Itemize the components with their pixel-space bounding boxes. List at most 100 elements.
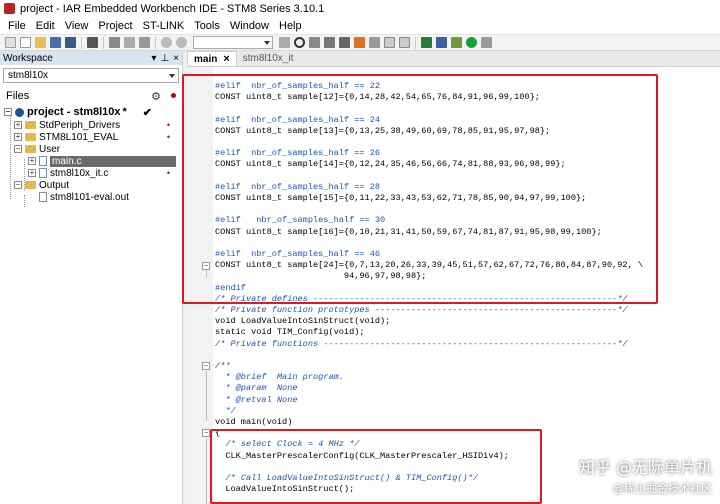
new-file-icon[interactable] xyxy=(5,37,16,48)
menu-tools[interactable]: Tools xyxy=(189,20,225,32)
code-line[interactable]: void main(void) xyxy=(215,417,292,428)
code-line[interactable]: * @param None xyxy=(215,383,297,394)
menu-help[interactable]: Help xyxy=(274,20,307,32)
code-line[interactable]: #elif nbr_of_samples_half == 26 xyxy=(215,148,380,159)
code-line[interactable]: CLK_MasterPrescalerConfig(CLK_MasterPres… xyxy=(215,451,509,462)
code-line[interactable]: #elif nbr_of_samples_half == 22 xyxy=(215,81,380,92)
toolbar-separator xyxy=(155,36,156,49)
menu-edit[interactable]: Edit xyxy=(31,20,60,32)
code-line[interactable]: CONST uint8_t sample[12]={0,14,28,42,54,… xyxy=(215,92,540,103)
make-icon[interactable] xyxy=(399,37,410,48)
code-line[interactable]: #elif nbr_of_samples_half == 24 xyxy=(215,115,380,126)
expand-icon[interactable]: + xyxy=(28,157,36,165)
code-line[interactable]: CONST uint8_t sample[24]={0,7,13,20,26,3… xyxy=(215,260,643,271)
code-line[interactable]: /* Call LoadValueIntoSinStruct() & TIM_C… xyxy=(215,473,478,484)
navigate-forward-icon[interactable] xyxy=(369,37,380,48)
collapse-icon[interactable]: − xyxy=(14,181,22,189)
expand-icon[interactable]: + xyxy=(14,121,22,129)
find-next-icon[interactable] xyxy=(309,37,320,48)
compile-icon[interactable] xyxy=(384,37,395,48)
fold-guide xyxy=(206,438,207,504)
pin-icon[interactable]: ⊥ xyxy=(160,53,169,64)
cut-icon[interactable] xyxy=(109,37,120,48)
build-icon[interactable] xyxy=(421,37,432,48)
code-line[interactable]: * @retval None xyxy=(215,395,297,406)
code-line[interactable]: CONST uint8_t sample[15]={0,11,22,33,43,… xyxy=(215,193,586,204)
close-icon[interactable]: × xyxy=(173,53,179,64)
code-line[interactable]: static void TIM_Config(void); xyxy=(215,327,365,338)
tree-item-output[interactable]: − Output xyxy=(4,179,182,191)
save-icon[interactable] xyxy=(50,37,61,48)
tree-item-user[interactable]: − User xyxy=(4,143,182,155)
menu-project[interactable]: Project xyxy=(93,20,137,32)
tree-item-project[interactable]: − project - stm8l10x * ✔ xyxy=(4,105,182,119)
redo-icon[interactable] xyxy=(176,37,187,48)
status-dot-icon: • xyxy=(166,168,170,178)
code-line[interactable]: /** xyxy=(215,361,230,372)
close-tab-icon[interactable]: × xyxy=(223,53,229,65)
configuration-value: stm8l10x xyxy=(8,70,49,81)
replace-icon[interactable] xyxy=(324,37,335,48)
code-line[interactable]: CONST uint8_t sample[14]={0,12,24,35,46,… xyxy=(215,159,566,170)
open-folder-icon[interactable] xyxy=(35,37,46,48)
tab-stm8l10x-it[interactable]: stm8l10x_it xyxy=(237,51,300,66)
copy-icon[interactable] xyxy=(124,37,135,48)
code-line[interactable]: /* Private function prototypes ---------… xyxy=(215,305,628,316)
files-label: Files xyxy=(6,90,30,102)
code-line[interactable]: { xyxy=(215,428,220,439)
app-icon xyxy=(4,3,15,14)
code-line[interactable]: */ xyxy=(215,406,235,417)
dropdown-arrow-icon[interactable] xyxy=(279,37,290,48)
menu-file[interactable]: File xyxy=(3,20,31,32)
collapse-icon[interactable]: − xyxy=(4,108,12,116)
expand-icon[interactable]: + xyxy=(28,169,36,177)
tree-item-main-c[interactable]: + main.c xyxy=(4,155,182,167)
debug-icon[interactable] xyxy=(436,37,447,48)
tree-item-stdperiph-drivers[interactable]: + StdPeriph_Drivers • xyxy=(4,119,182,131)
tree-item-stm8l10x-it-c[interactable]: + stm8l10x_it.c • xyxy=(4,167,182,179)
tree-item-stm8l101-eval[interactable]: + STM8L101_EVAL • xyxy=(4,131,182,143)
status-dot-icon: • xyxy=(166,120,170,130)
fold-toggle-icon[interactable]: − xyxy=(202,262,210,270)
debug-without-download-icon[interactable] xyxy=(451,37,462,48)
go-to-icon[interactable] xyxy=(339,37,350,48)
find-combo[interactable] xyxy=(193,36,273,49)
menu-window[interactable]: Window xyxy=(225,20,274,32)
code-line[interactable]: LoadValueIntoSinStruct(); xyxy=(215,484,354,495)
code-line[interactable]: #endif xyxy=(215,283,246,294)
search-icon[interactable] xyxy=(294,37,305,48)
code-line[interactable]: /* select Clock = 4 MHz */ xyxy=(215,439,359,450)
undo-icon[interactable] xyxy=(161,37,172,48)
expand-icon[interactable]: + xyxy=(14,133,22,141)
code-line[interactable]: /* Private functions -------------------… xyxy=(215,339,628,350)
panel-menu-icon[interactable]: ▾ xyxy=(151,53,156,64)
menu-st-link[interactable]: ST-LINK xyxy=(138,20,190,32)
paste-icon[interactable] xyxy=(139,37,150,48)
code-line[interactable]: CONST uint8_t sample[13]={0,13,25,38,49,… xyxy=(215,126,550,137)
code-line[interactable]: /* Private defines ---------------------… xyxy=(215,294,628,305)
code-line[interactable]: void LoadValueIntoSinStruct(void); xyxy=(215,316,390,327)
code-line[interactable]: #elif nbr_of_samples_half == 46 xyxy=(215,249,380,260)
collapse-icon[interactable]: − xyxy=(14,145,22,153)
run-icon[interactable] xyxy=(466,37,477,48)
code-editor[interactable]: main × stm8l10x_it − − − #elif nbr_of_sa… xyxy=(187,51,720,504)
code-line[interactable]: * @brief Main program. xyxy=(215,372,344,383)
code-line[interactable]: CONST uint8_t sample[16]={0,10,21,31,41,… xyxy=(215,227,602,238)
tab-main[interactable]: main × xyxy=(187,51,237,66)
tree-item-output-file[interactable]: stm8l101-eval.out xyxy=(4,191,182,203)
fold-toggle-icon[interactable]: − xyxy=(202,362,210,370)
gear-icon[interactable]: ⚙ xyxy=(151,90,161,103)
code-line[interactable]: #elif nbr_of_samples_half == 30 xyxy=(215,215,385,226)
tree-item-label: project - stm8l10x xyxy=(27,106,121,118)
fold-toggle-icon[interactable]: − xyxy=(202,429,210,437)
toolbar-separator xyxy=(103,36,104,49)
save-all-icon[interactable] xyxy=(65,37,76,48)
bookmark-icon[interactable] xyxy=(354,37,365,48)
configuration-select[interactable]: stm8l10x xyxy=(3,68,179,83)
stop-icon[interactable] xyxy=(481,37,492,48)
new-document-icon[interactable] xyxy=(20,37,31,48)
code-line[interactable]: 94,96,97,98,98}; xyxy=(215,271,427,282)
code-line[interactable]: #elif nbr_of_samples_half == 28 xyxy=(215,182,380,193)
menu-view[interactable]: View xyxy=(60,20,94,32)
print-icon[interactable] xyxy=(87,37,98,48)
